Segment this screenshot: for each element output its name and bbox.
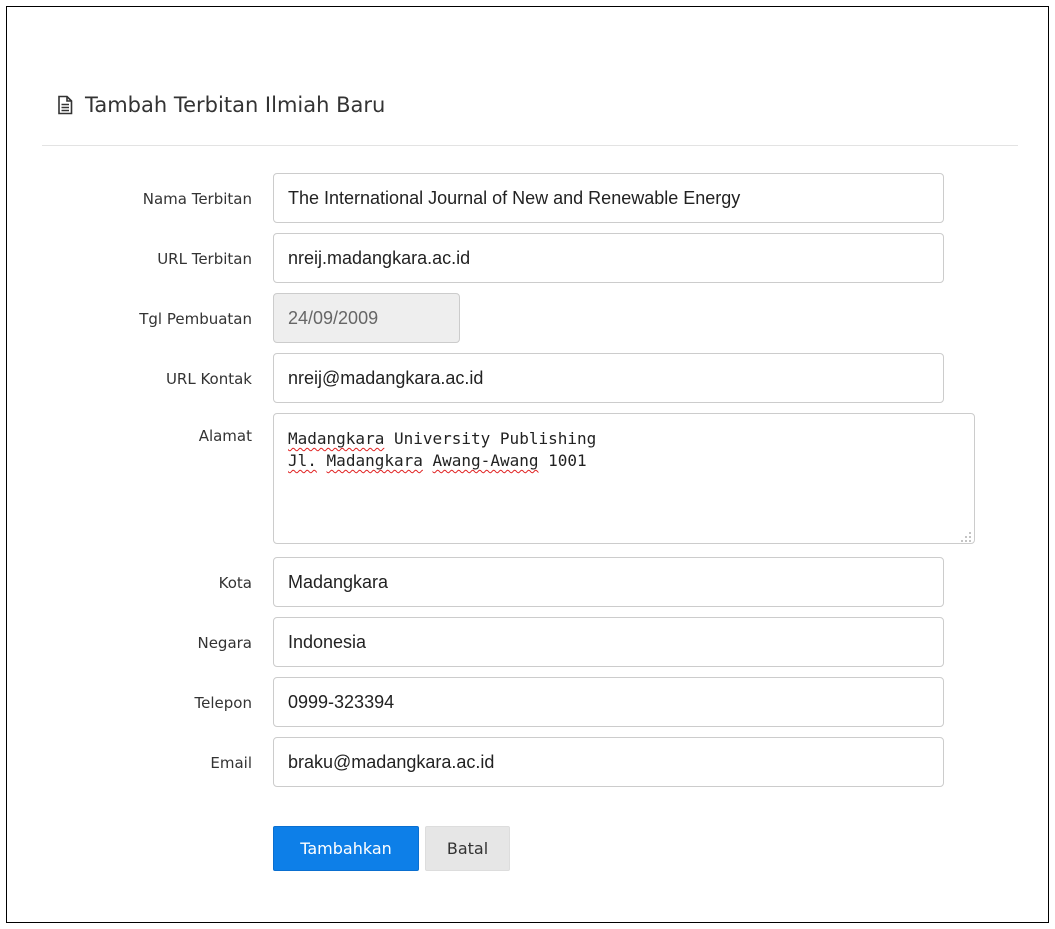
alamat-text: 1001: [538, 451, 587, 470]
nama-terbitan-value: The International Journal of New and Ren…: [288, 187, 741, 208]
telepon-input[interactable]: 0999-323394: [273, 677, 944, 727]
url-kontak-input[interactable]: nreij@madangkara.ac.id: [273, 353, 944, 403]
alamat-line-1: Madangkara University Publishing: [288, 428, 960, 450]
tgl-pembuatan-label: Tgl Pembuatan: [139, 310, 252, 328]
alamat-text: [317, 451, 327, 470]
negara-label: Negara: [197, 634, 252, 652]
url-kontak-label: URL Kontak: [165, 370, 252, 388]
tgl-pembuatan-value: 24/09/2009: [288, 307, 379, 328]
telepon-value: 0999-323394: [288, 691, 395, 712]
url-terbitan-label: URL Terbitan: [157, 250, 252, 268]
form-panel: Tambah Terbitan Ilmiah Baru Nama Terbita…: [6, 6, 1049, 923]
alamat-text: [423, 451, 433, 470]
misspelled-word: Madangkara: [326, 451, 423, 470]
panel-title-text: Tambah Terbitan Ilmiah Baru: [85, 93, 386, 117]
file-text-icon: [55, 95, 75, 115]
title-divider: [42, 145, 1018, 146]
kota-value: Madangkara: [288, 571, 389, 592]
email-value: braku@madangkara.ac.id: [288, 751, 495, 772]
misspelled-word: Awang-Awang: [432, 451, 539, 470]
negara-input[interactable]: Indonesia: [273, 617, 944, 667]
alamat-line-2: Jl. Madangkara Awang-Awang 1001: [288, 450, 960, 472]
tgl-pembuatan-input: 24/09/2009: [273, 293, 460, 343]
misspelled-word: Madangkara: [288, 429, 385, 448]
resize-grip-icon[interactable]: [958, 527, 972, 542]
telepon-label: Telepon: [194, 694, 252, 712]
email-label: Email: [210, 754, 252, 772]
alamat-label: Alamat: [198, 427, 252, 445]
kota-label: Kota: [218, 574, 252, 592]
nama-terbitan-input[interactable]: The International Journal of New and Ren…: [273, 173, 944, 223]
kota-input[interactable]: Madangkara: [273, 557, 944, 607]
misspelled-word: Jl.: [288, 451, 317, 470]
page-title: Tambah Terbitan Ilmiah Baru: [55, 90, 385, 120]
url-kontak-value: nreij@madangkara.ac.id: [288, 367, 484, 388]
url-terbitan-input[interactable]: nreij.madangkara.ac.id: [273, 233, 944, 283]
alamat-textarea[interactable]: Madangkara University Publishing Jl. Mad…: [273, 413, 975, 544]
panel-body: Tambah Terbitan Ilmiah Baru Nama Terbita…: [42, 7, 1048, 922]
email-input[interactable]: braku@madangkara.ac.id: [273, 737, 944, 787]
alamat-text: University Publishing: [384, 429, 597, 448]
tambahkan-button[interactable]: Tambahkan: [273, 826, 419, 871]
negara-value: Indonesia: [288, 631, 367, 652]
url-terbitan-value: nreij.madangkara.ac.id: [288, 247, 471, 268]
batal-button[interactable]: Batal: [425, 826, 510, 871]
nama-terbitan-label: Nama Terbitan: [142, 190, 252, 208]
